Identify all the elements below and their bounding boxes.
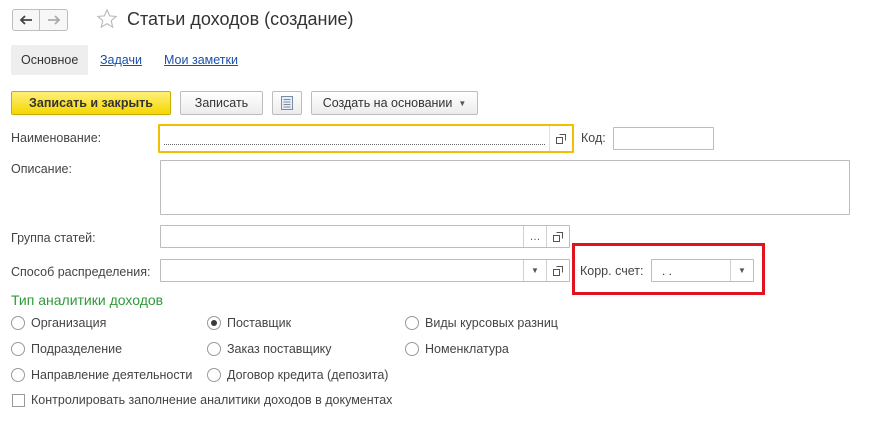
save-button[interactable]: Записать xyxy=(180,91,263,115)
radio-button[interactable] xyxy=(11,316,25,330)
input-underline xyxy=(164,144,545,145)
favorite-star-icon[interactable] xyxy=(96,8,118,33)
save-and-close-button[interactable]: Записать и закрыть xyxy=(11,91,171,115)
checkbox[interactable] xyxy=(12,393,25,407)
distribution-label: Способ распределения: xyxy=(11,265,151,279)
group-field[interactable]: … xyxy=(160,225,570,248)
forward-button[interactable] xyxy=(40,9,68,31)
radio-button[interactable] xyxy=(207,342,221,356)
name-label: Наименование: xyxy=(11,131,102,145)
tab-my-notes[interactable]: Мои заметки xyxy=(154,45,248,75)
create-based-on-button[interactable]: Создать на основании ▼ xyxy=(311,91,478,115)
dropdown-arrow-icon[interactable]: ▼ xyxy=(523,260,546,281)
radio-nomenclature[interactable]: Номенклатура xyxy=(405,342,509,356)
radio-button[interactable] xyxy=(207,316,221,330)
name-field[interactable] xyxy=(158,124,574,153)
code-label: Код: xyxy=(581,131,606,145)
arrow-right-icon xyxy=(47,15,60,25)
radio-organization[interactable]: Организация xyxy=(11,316,106,330)
radio-button[interactable] xyxy=(11,342,25,356)
distribution-field[interactable]: ▼ xyxy=(160,259,570,282)
report-button[interactable] xyxy=(272,91,302,115)
radio-activity-direction[interactable]: Направление деятельности xyxy=(11,368,192,382)
description-textarea[interactable] xyxy=(160,160,850,215)
corr-account-field[interactable]: . . ▼ xyxy=(651,259,754,282)
radio-button[interactable] xyxy=(405,316,419,330)
radio-button[interactable] xyxy=(405,342,419,356)
code-input[interactable] xyxy=(613,127,714,150)
open-icon[interactable] xyxy=(546,260,569,281)
radio-button[interactable] xyxy=(11,368,25,382)
create-based-on-label: Создать на основании xyxy=(322,96,453,110)
tab-main[interactable]: Основное xyxy=(11,45,89,75)
group-label: Группа статей: xyxy=(11,231,96,245)
control-analytics-checkbox-row[interactable]: Контролировать заполнение аналитики дохо… xyxy=(12,393,392,407)
open-icon[interactable] xyxy=(546,226,569,247)
back-button[interactable] xyxy=(12,9,40,31)
section-title-analytics: Тип аналитики доходов xyxy=(11,292,164,308)
select-ellipsis-button[interactable]: … xyxy=(523,226,546,247)
radio-credit-agreement[interactable]: Договор кредита (депозита) xyxy=(207,368,388,382)
radio-supplier[interactable]: Поставщик xyxy=(207,316,291,330)
radio-department[interactable]: Подразделение xyxy=(11,342,122,356)
arrow-left-icon xyxy=(19,15,32,25)
tab-tasks[interactable]: Задачи xyxy=(90,45,152,75)
open-icon[interactable] xyxy=(549,126,572,151)
radio-button[interactable] xyxy=(207,368,221,382)
dropdown-arrow-icon: ▼ xyxy=(458,98,467,108)
page-title: Статьи доходов (создание) xyxy=(127,9,354,29)
dropdown-arrow-icon[interactable]: ▼ xyxy=(730,260,753,281)
radio-supplier-order[interactable]: Заказ поставщику xyxy=(207,342,332,356)
radio-exchange-rate-differences[interactable]: Виды курсовых разниц xyxy=(405,316,558,330)
corr-account-label: Корр. счет: xyxy=(580,264,644,278)
description-label: Описание: xyxy=(11,162,72,176)
corr-account-value[interactable]: . . xyxy=(662,264,672,278)
document-list-icon xyxy=(281,96,293,110)
